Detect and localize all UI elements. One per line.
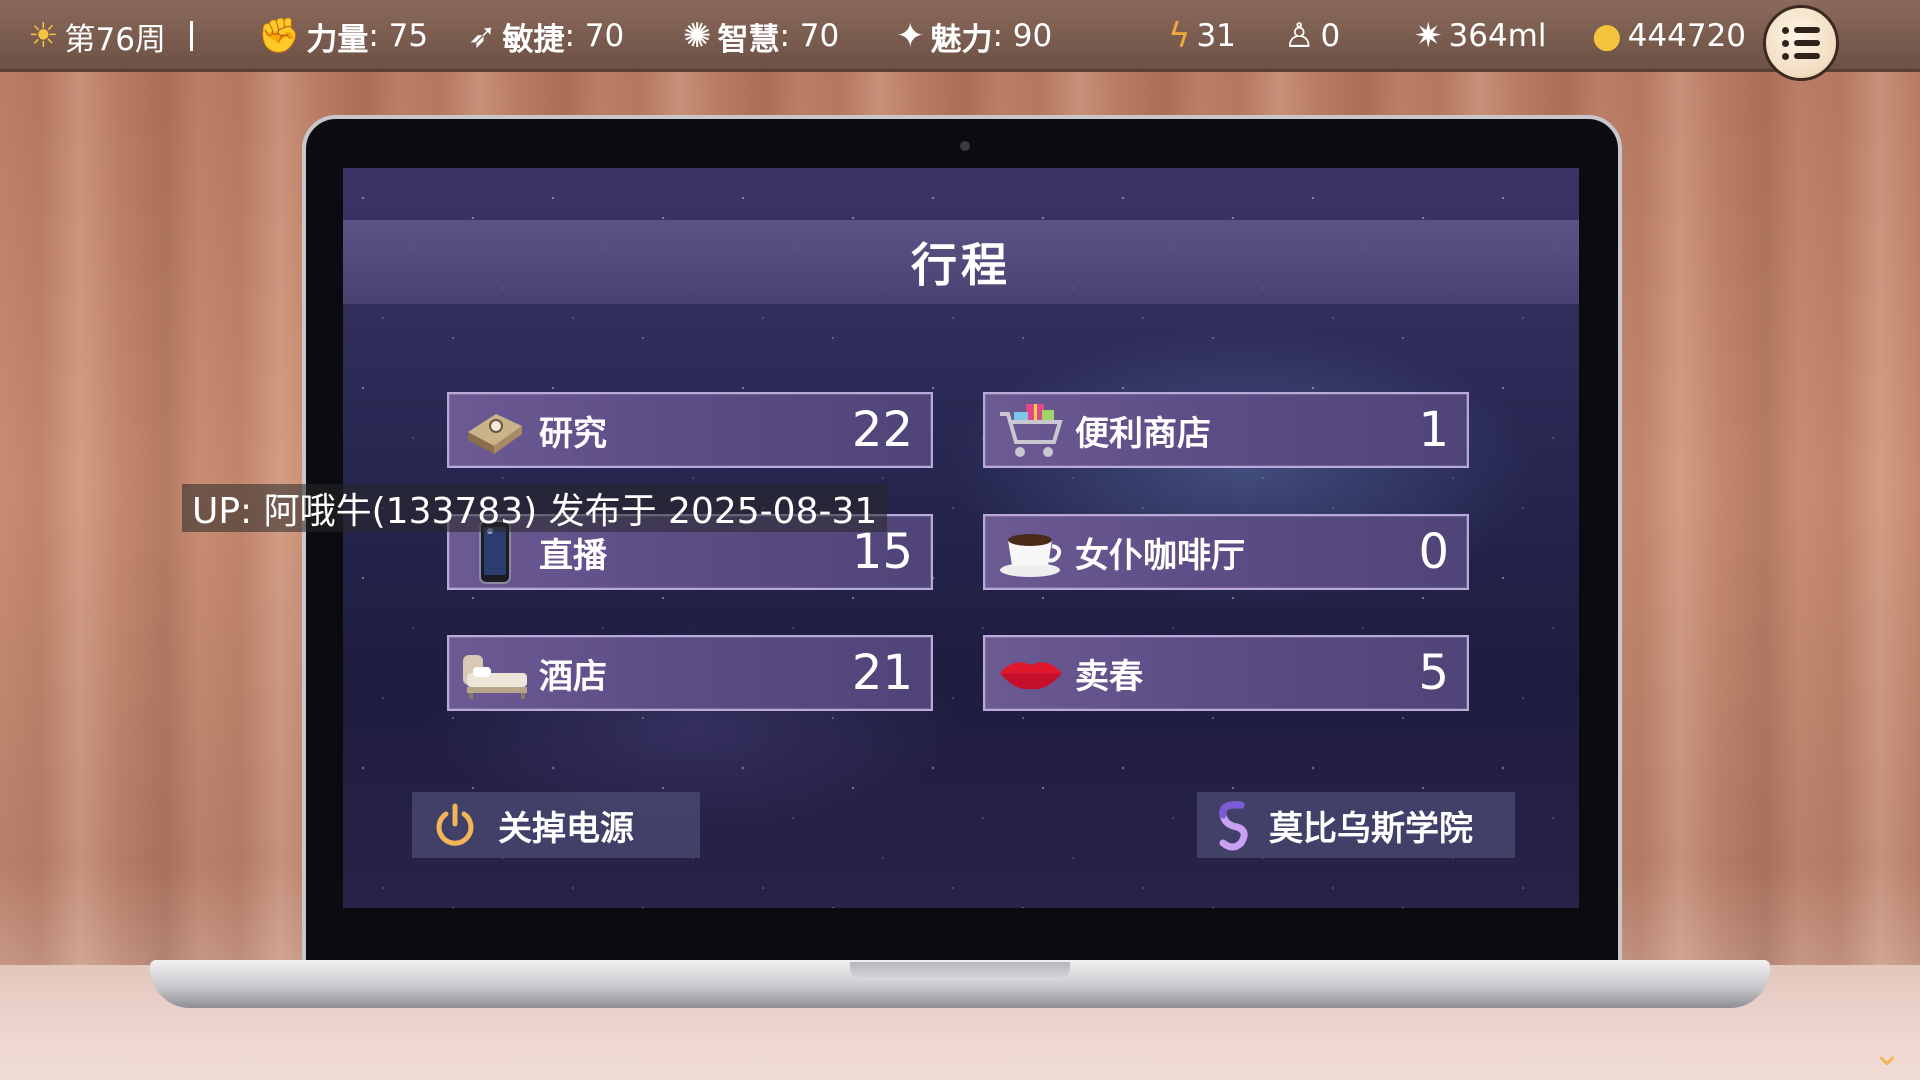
burst-icon: ✷ xyxy=(1414,16,1443,56)
item-name: 便利商店 xyxy=(1075,413,1211,454)
item-count: 21 xyxy=(851,645,913,701)
item-name: 酒店 xyxy=(539,656,607,697)
wisdom-label: 智慧 xyxy=(717,21,780,58)
coins-stat: ● 444720 xyxy=(1592,16,1746,56)
academy-button[interactable]: 莫比乌斯学院 xyxy=(1197,792,1515,858)
followers-value: 0 xyxy=(1320,18,1341,54)
schedule-item-research[interactable]: 研究 22 xyxy=(447,392,933,468)
power-off-button[interactable]: 关掉电源 xyxy=(412,792,700,858)
energy-stat: ϟ 31 xyxy=(1168,16,1236,56)
shopping-cart-icon xyxy=(993,395,1069,465)
lightning-icon: ϟ xyxy=(1168,16,1191,56)
agility-label: 敏捷 xyxy=(502,21,565,58)
academy-label: 莫比乌斯学院 xyxy=(1269,808,1473,849)
item-name: 直播 xyxy=(539,535,607,576)
bed-icon xyxy=(457,638,533,708)
fist-icon: ✊ xyxy=(258,16,301,56)
wisdom-value: : 70 xyxy=(779,18,840,54)
agility-stat: ➶ 敏捷 : 70 xyxy=(468,16,625,58)
item-count: 1 xyxy=(1418,402,1449,458)
week-indicator: ☀ 第76周 xyxy=(28,16,193,58)
lips-icon xyxy=(993,638,1069,708)
laptop-notch xyxy=(850,962,1070,980)
item-count: 0 xyxy=(1418,524,1449,580)
energy-value: 31 xyxy=(1196,18,1236,54)
fluid-stat: ✷ 364ml xyxy=(1414,16,1546,56)
sun-icon: ☀ xyxy=(28,16,59,56)
charm-value: : 90 xyxy=(992,18,1053,54)
item-name: 女仆咖啡厅 xyxy=(1075,535,1245,576)
item-name: 研究 xyxy=(539,413,607,454)
item-count: 5 xyxy=(1418,645,1449,701)
strength-label: 力量 xyxy=(306,21,369,58)
menu-button[interactable] xyxy=(1763,5,1839,81)
schedule-item-convenience-store[interactable]: 便利商店 1 xyxy=(983,392,1469,468)
screen-title: 行程 xyxy=(911,238,1011,292)
laptop-screen: 行程 研究 22 便利商店 1 直播 15 女仆咖啡厅 0 酒店 21 卖春 5… xyxy=(343,168,1579,908)
person-icon: ♙ xyxy=(1284,16,1315,56)
charm-label: 魅力 xyxy=(930,21,993,58)
status-bar: ☀ 第76周 ✊ 力量 : 75 ➶ 敏捷 : 70 ✺ 智慧 : 70 ✦ 魅… xyxy=(0,0,1920,81)
power-off-label: 关掉电源 xyxy=(498,808,634,849)
book-icon xyxy=(457,395,533,465)
feather-icon: ➶ xyxy=(468,16,497,56)
menu-icon xyxy=(1782,26,1820,34)
separator xyxy=(189,21,193,51)
strength-value: : 75 xyxy=(368,18,429,54)
power-icon xyxy=(412,802,498,848)
chevron-down-icon[interactable]: ⌄ xyxy=(1872,1036,1902,1072)
item-count: 22 xyxy=(851,402,913,458)
schedule-item-hotel[interactable]: 酒店 21 xyxy=(447,635,933,711)
coffee-cup-icon xyxy=(993,517,1069,587)
fluid-value: 364ml xyxy=(1448,18,1547,54)
coin-icon: ● xyxy=(1592,16,1622,56)
charm-stat: ✦ 魅力 : 90 xyxy=(896,16,1053,58)
schedule-item-prostitution[interactable]: 卖春 5 xyxy=(983,635,1469,711)
title-band: 行程 xyxy=(343,220,1579,304)
coins-value: 444720 xyxy=(1627,18,1747,54)
wisdom-stat: ✺ 智慧 : 70 xyxy=(683,16,840,58)
uploader-caption: UP: 阿哦牛(133783) 发布于 2025-08-31 xyxy=(182,484,888,532)
sparkle-icon: ✦ xyxy=(896,16,925,56)
mobius-logo-icon xyxy=(1197,799,1269,851)
strength-stat: ✊ 力量 : 75 xyxy=(258,16,429,58)
week-label: 第76周 xyxy=(64,21,166,58)
item-name: 卖春 xyxy=(1075,656,1143,697)
agility-value: : 70 xyxy=(564,18,625,54)
lightbulb-icon: ✺ xyxy=(683,16,712,56)
camera-icon xyxy=(960,141,970,151)
schedule-item-maid-cafe[interactable]: 女仆咖啡厅 0 xyxy=(983,514,1469,590)
followers-stat: ♙ 0 xyxy=(1284,16,1340,56)
